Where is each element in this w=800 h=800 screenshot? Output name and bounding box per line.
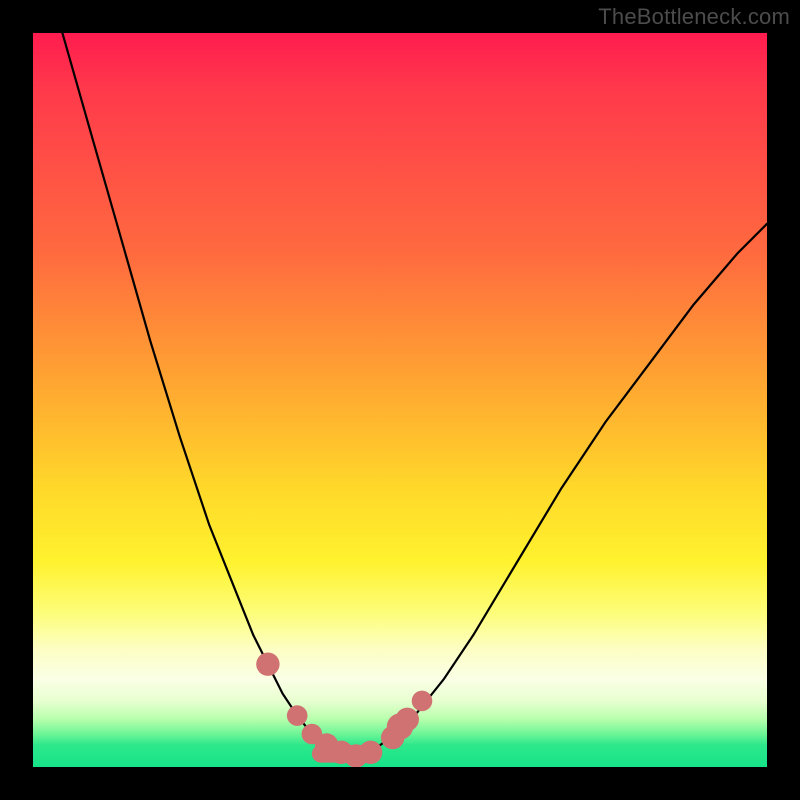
chart-svg — [33, 33, 767, 767]
marker-point — [396, 708, 419, 731]
plot-area — [33, 33, 767, 767]
marker-point — [256, 653, 279, 676]
marker-point — [412, 691, 433, 712]
marker-group — [256, 653, 432, 768]
marker-point — [359, 741, 382, 764]
watermark-text: TheBottleneck.com — [598, 4, 790, 30]
bottleneck-curve — [62, 33, 767, 756]
chart-root: TheBottleneck.com — [0, 0, 800, 800]
marker-point — [287, 705, 308, 726]
